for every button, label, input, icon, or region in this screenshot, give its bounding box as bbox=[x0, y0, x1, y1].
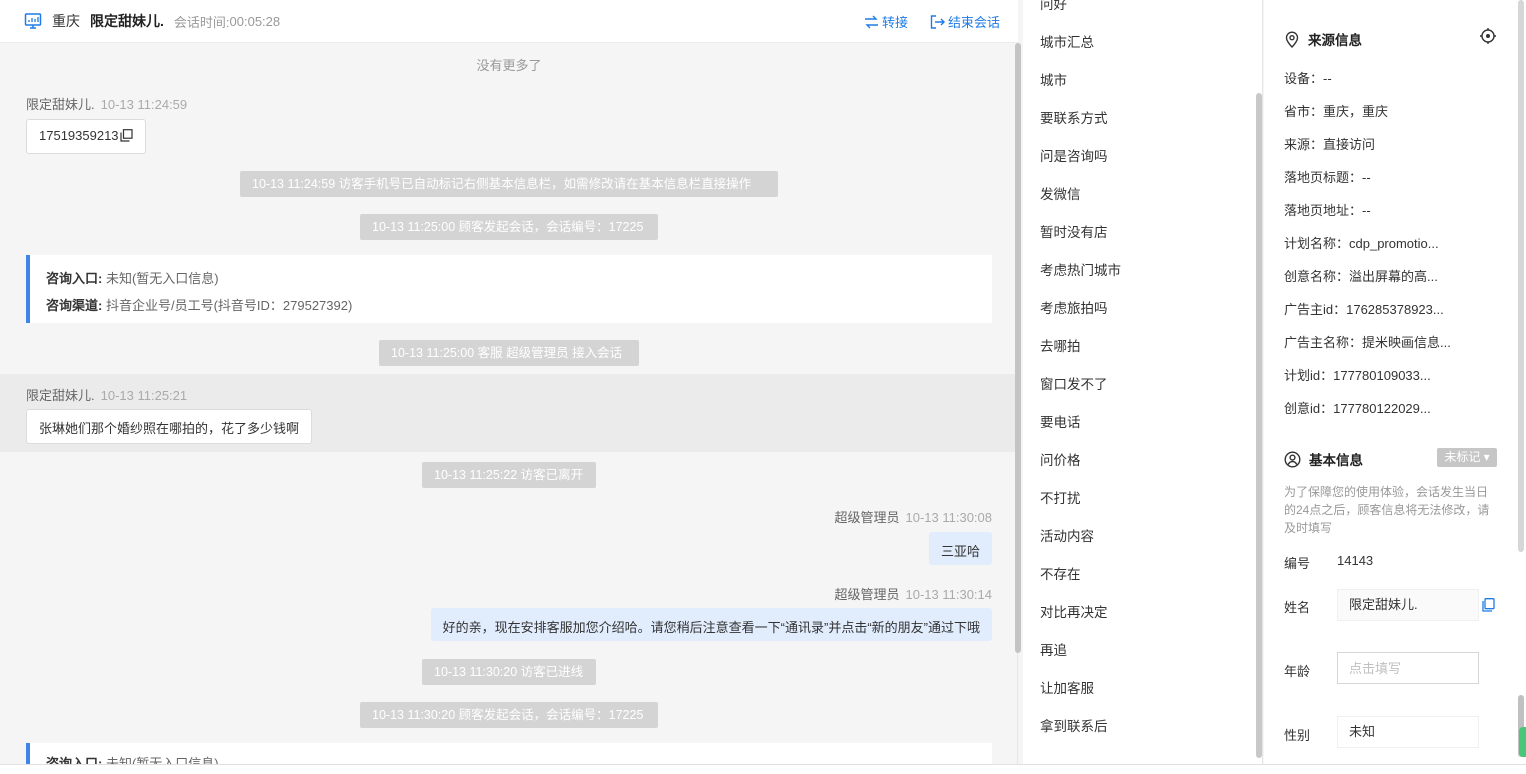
chat-scrollbar[interactable] bbox=[1015, 43, 1021, 653]
side-widget-tab[interactable] bbox=[1519, 727, 1526, 757]
quick-reply-item[interactable]: 考虑热门城市 bbox=[1040, 259, 1121, 279]
source-creative-name: 创意名称：溢出屏幕的高... bbox=[1284, 269, 1438, 284]
sender-name: 限定甜妹儿. bbox=[26, 97, 95, 112]
quick-reply-item[interactable]: 不存在 bbox=[1040, 563, 1081, 583]
exit-icon bbox=[930, 14, 945, 29]
basic-info-title: 基本信息 bbox=[1284, 449, 1363, 469]
source-landing-title: 落地页标题：-- bbox=[1284, 170, 1371, 185]
age-input[interactable] bbox=[1337, 652, 1479, 684]
sender-name: 限定甜妹儿. bbox=[26, 388, 95, 403]
quick-reply-item[interactable]: 要联系方式 bbox=[1040, 107, 1108, 127]
monitor-icon bbox=[24, 13, 42, 29]
session-time: 00:05:28 bbox=[229, 13, 281, 29]
transfer-icon bbox=[864, 15, 878, 28]
session-time-label: 会话时间: bbox=[173, 14, 230, 30]
age-label: 年龄 bbox=[1284, 664, 1311, 679]
edit-notice: 为了保障您的使用体验，会话发生当日的24点之后，顾客信息将无法修改，请及时填写 bbox=[1284, 485, 1490, 535]
message-time: 10-13 11:30:14 bbox=[905, 587, 993, 602]
source-info-title: 来源信息 bbox=[1284, 29, 1362, 49]
message-meta: 超级管理员 10-13 11:30:08 bbox=[834, 507, 992, 526]
id-value: 14143 bbox=[1337, 553, 1374, 568]
message-bubble: 好的亲，现在安排客服加您介绍哈。请您稍后注意查看一下“通讯录”并点击“新的朋友”… bbox=[430, 608, 992, 641]
consult-channel: 咨询渠道: 抖音企业号/员工号(抖音号ID：279527392) bbox=[46, 298, 353, 313]
quick-reply-scrollbar[interactable] bbox=[1256, 93, 1262, 758]
name-label: 姓名 bbox=[1284, 600, 1311, 615]
message-bubble: 张琳她们那个婚纱照在哪拍的，花了多少钱啊 bbox=[26, 409, 313, 444]
message-bubble: 三亚哈 bbox=[928, 532, 992, 565]
gender-select[interactable]: 未知 bbox=[1337, 716, 1479, 748]
consult-entry: 咨询入口: 未知(暂无入口信息) bbox=[46, 271, 219, 286]
sender-name: 超级管理员 bbox=[834, 587, 900, 602]
message-time: 10-13 11:30:08 bbox=[905, 510, 993, 525]
consult-info-card: 咨询入口: 未知(暂无入口信息) 咨询渠道: 抖音企业号/员工号(抖音号ID：2… bbox=[26, 255, 992, 323]
quick-reply-item[interactable]: 问价格 bbox=[1040, 449, 1081, 469]
source-origin: 来源：直接访问 bbox=[1284, 137, 1376, 152]
gender-label: 性别 bbox=[1284, 728, 1311, 743]
id-label: 编号 bbox=[1284, 556, 1311, 571]
quick-reply-item[interactable]: 拿到联系后 bbox=[1040, 715, 1108, 735]
source-advertiser-name: 广告主名称：提米映画信息... bbox=[1284, 335, 1451, 350]
system-notice: 10-13 11:30:20 访客已进线 bbox=[422, 659, 596, 685]
system-notice: 10-13 11:25:00 客服 超级管理员 接入会话 bbox=[379, 340, 639, 366]
message-time: 10-13 11:25:21 bbox=[100, 388, 188, 403]
system-notice: 10-13 11:25:22 访客已离开 bbox=[422, 462, 596, 488]
message-meta: 限定甜妹儿. 10-13 11:25:21 bbox=[26, 385, 187, 404]
quick-reply-item[interactable]: 城市 bbox=[1040, 69, 1067, 89]
source-advertiser-id: 广告主id：176285378923... bbox=[1284, 302, 1444, 317]
message-text: 17519359213 bbox=[39, 128, 119, 143]
message-meta: 超级管理员 10-13 11:30:14 bbox=[834, 584, 992, 603]
user-circle-icon bbox=[1284, 450, 1301, 468]
info-panel-scrollbar[interactable] bbox=[1518, 0, 1524, 552]
visitor-info-panel: 来源信息 设备：-- 省市：重庆，重庆 来源：直接访问 落地页标题：-- 落地页… bbox=[1264, 0, 1526, 764]
visitor-name: 限定甜妹儿. bbox=[90, 13, 164, 29]
quick-reply-panel: 问好 城市汇总 城市 要联系方式 问是咨询吗 发微信 暂时没有店 考虑热门城市 … bbox=[1023, 0, 1263, 764]
quick-reply-item[interactable]: 对比再决定 bbox=[1040, 601, 1108, 621]
chat-header: 重庆 限定甜妹儿. 会话时间: 00:05:28 转接 结束会话 bbox=[0, 0, 1018, 43]
consult-entry: 咨询入口: 未知(暂无入口信息) bbox=[46, 756, 219, 764]
end-session-button[interactable]: 结束会话 bbox=[930, 12, 1000, 31]
source-plan-name: 计划名称：cdp_promotio... bbox=[1284, 236, 1439, 251]
quick-reply-item[interactable]: 去哪拍 bbox=[1040, 335, 1081, 355]
quick-reply-item[interactable]: 再追 bbox=[1040, 639, 1067, 659]
quick-reply-item[interactable]: 考虑旅拍吗 bbox=[1040, 297, 1108, 317]
sender-name: 超级管理员 bbox=[834, 510, 900, 525]
quick-reply-item[interactable]: 不打扰 bbox=[1040, 487, 1081, 507]
message-list[interactable]: 没有更多了 限定甜妹儿. 10-13 11:24:59 17519359213 1… bbox=[0, 43, 1018, 764]
system-notice: 10-13 11:30:20 顾客发起会话，会话编号：17225 bbox=[360, 702, 658, 728]
source-province-city: 省市：重庆，重庆 bbox=[1284, 104, 1389, 119]
name-field[interactable]: 限定甜妹儿. bbox=[1337, 589, 1479, 621]
copy-icon[interactable] bbox=[119, 129, 133, 142]
quick-reply-item[interactable]: 窗口发不了 bbox=[1040, 373, 1108, 393]
quick-reply-item[interactable]: 要电话 bbox=[1040, 411, 1081, 431]
quick-reply-item[interactable]: 活动内容 bbox=[1040, 525, 1094, 545]
mark-tag-dropdown[interactable]: 未标记 ▾ bbox=[1437, 448, 1497, 467]
end-session-label: 结束会话 bbox=[947, 15, 1000, 30]
chat-panel: 重庆 限定甜妹儿. 会话时间: 00:05:28 转接 结束会话 没有更多了 限… bbox=[0, 0, 1018, 774]
system-notice: 10-13 11:25:00 顾客发起会话，会话编号：17225 bbox=[360, 214, 658, 240]
quick-reply-item[interactable]: 暂时没有店 bbox=[1040, 221, 1108, 241]
source-device: 设备：-- bbox=[1284, 71, 1332, 86]
source-plan-id: 计划id：177780109033... bbox=[1284, 368, 1431, 383]
message-meta: 限定甜妹儿. 10-13 11:24:59 bbox=[26, 94, 187, 113]
source-creative-id: 创意id：177780122029... bbox=[1284, 401, 1431, 416]
transfer-label: 转接 bbox=[881, 15, 908, 30]
copy-icon[interactable] bbox=[1482, 598, 1495, 612]
quick-reply-item[interactable]: 让加客服 bbox=[1040, 677, 1094, 697]
message-time: 10-13 11:24:59 bbox=[100, 97, 188, 112]
message-bubble: 17519359213 bbox=[26, 119, 146, 154]
transfer-button[interactable]: 转接 bbox=[864, 12, 908, 31]
quick-reply-item[interactable]: 城市汇总 bbox=[1040, 31, 1094, 51]
no-more-hint: 没有更多了 bbox=[476, 58, 542, 73]
quick-reply-item[interactable]: 问是咨询吗 bbox=[1040, 145, 1108, 165]
system-notice: 10-13 11:24:59 访客手机号已自动标记右侧基本信息栏，如需修改请在基… bbox=[240, 171, 778, 197]
consult-info-card: 咨询入口: 未知(暂无入口信息) bbox=[26, 743, 992, 764]
quick-reply-item[interactable]: 问好 bbox=[1040, 0, 1067, 13]
visitor-city: 重庆 bbox=[52, 13, 80, 29]
location-pin-icon bbox=[1285, 31, 1299, 48]
source-landing-url: 落地页地址：-- bbox=[1284, 203, 1371, 218]
quick-reply-item[interactable]: 发微信 bbox=[1040, 183, 1081, 203]
target-icon[interactable] bbox=[1479, 27, 1497, 45]
bottom-bar bbox=[0, 764, 1526, 774]
